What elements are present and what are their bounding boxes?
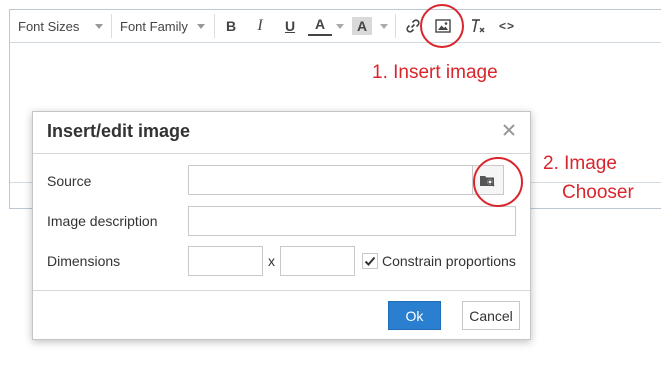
annotation-insert-image: 1. Insert image [372,62,498,83]
source-field[interactable] [188,165,473,195]
dialog-header: Insert/edit image [33,112,530,154]
close-button[interactable] [499,120,519,140]
chevron-down-icon [197,24,205,29]
source-code-button[interactable]: <> [495,14,519,38]
dimension-separator: x [268,253,275,269]
dialog-title: Insert/edit image [47,121,191,141]
link-icon [406,19,420,33]
source-input[interactable] [189,166,472,194]
width-field[interactable] [188,246,263,276]
chevron-down-icon[interactable] [380,24,388,29]
chevron-down-icon [95,24,103,29]
italic-button[interactable]: I [248,14,272,38]
text-color-label: A [314,16,326,32]
checkmark-icon [364,256,376,266]
underline-label: U [284,18,296,34]
bold-label: B [225,18,237,34]
constrain-proportions-checkbox[interactable] [362,253,378,269]
underline-button[interactable]: U [278,14,302,38]
chevron-down-icon[interactable] [336,24,344,29]
width-input[interactable] [189,247,262,275]
insert-image-dialog: Insert/edit image Source Image descripti… [32,111,531,340]
font-family-label: Font Family [120,18,188,34]
annotation-image-chooser-line2: Chooser [562,182,634,203]
description-label: Image description [47,213,158,229]
background-color-button[interactable]: A [352,17,372,35]
cancel-button[interactable]: Cancel [462,301,520,330]
description-input[interactable] [189,207,515,235]
dialog-footer: Ok Cancel [33,290,530,339]
source-code-label: <> [498,19,515,33]
dimensions-label: Dimensions [47,253,121,269]
italic-label: I [257,17,263,34]
clear-formatting-icon [472,19,485,33]
annotation-image-chooser-line1: 2. Image [543,153,617,174]
toolbar-divider [214,14,215,38]
background-color-label: A [356,18,368,34]
highlight-ring [473,157,523,207]
ok-button[interactable]: Ok [388,301,441,330]
source-label: Source [47,173,92,189]
font-sizes-select[interactable]: Font Sizes [10,10,111,42]
text-color-button[interactable]: A [308,14,332,36]
height-field[interactable] [280,246,355,276]
font-sizes-label: Font Sizes [18,18,80,34]
toolbar: Font Sizes Font Family B I U A A <> [10,10,661,43]
height-input[interactable] [281,247,354,275]
toolbar-divider [395,14,396,38]
close-icon [503,124,515,136]
clear-formatting-button[interactable] [466,14,490,38]
description-field[interactable] [188,206,516,236]
font-family-select[interactable]: Font Family [112,10,213,42]
constrain-proportions-label[interactable]: Constrain proportions [382,253,516,269]
highlight-ring [420,4,464,48]
bold-button[interactable]: B [219,14,243,38]
